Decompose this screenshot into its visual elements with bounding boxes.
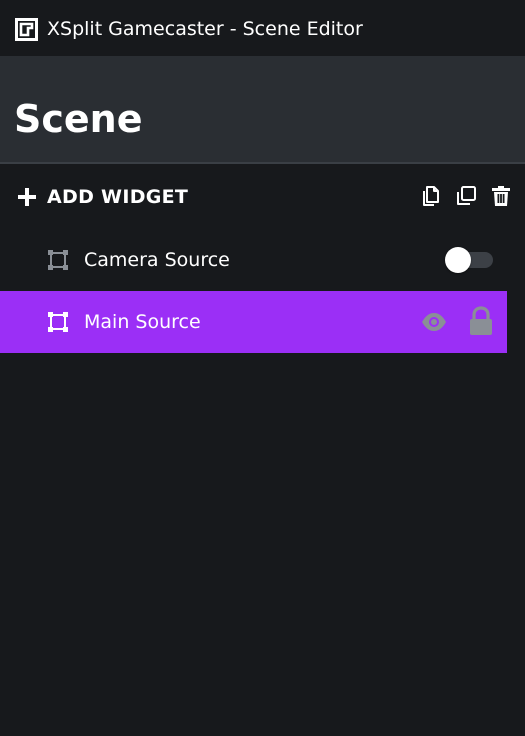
- scene-editor-window: XSplit Gamecaster - Scene Editor Scene A…: [0, 0, 525, 736]
- source-label: Main Source: [84, 311, 201, 333]
- trash-icon[interactable]: [489, 184, 513, 208]
- scene-header: Scene: [0, 56, 525, 164]
- source-label: Camera Source: [84, 249, 230, 271]
- duplicate-icon[interactable]: [454, 184, 478, 208]
- camera-source-visibility-toggle[interactable]: [444, 246, 493, 274]
- window-title: XSplit Gamecaster - Scene Editor: [47, 18, 363, 40]
- lock-icon[interactable]: [468, 306, 494, 336]
- source-frame-icon: [48, 312, 68, 332]
- toggle-knob: [445, 247, 471, 273]
- scene-title: Scene: [14, 97, 143, 141]
- plus-icon: [18, 188, 36, 206]
- eye-icon[interactable]: [421, 309, 447, 335]
- source-row-camera[interactable]: Camera Source: [0, 229, 507, 291]
- add-widget-button[interactable]: ADD WIDGET: [17, 183, 188, 211]
- source-frame-icon: [48, 250, 68, 270]
- scene-toolbar: ADD WIDGET: [0, 164, 525, 228]
- add-widget-label: ADD WIDGET: [47, 186, 189, 208]
- copy-icon[interactable]: [419, 184, 443, 208]
- title-bar: XSplit Gamecaster - Scene Editor: [0, 0, 525, 56]
- xsplit-logo-icon: [15, 18, 38, 41]
- source-row-main[interactable]: Main Source: [0, 291, 507, 353]
